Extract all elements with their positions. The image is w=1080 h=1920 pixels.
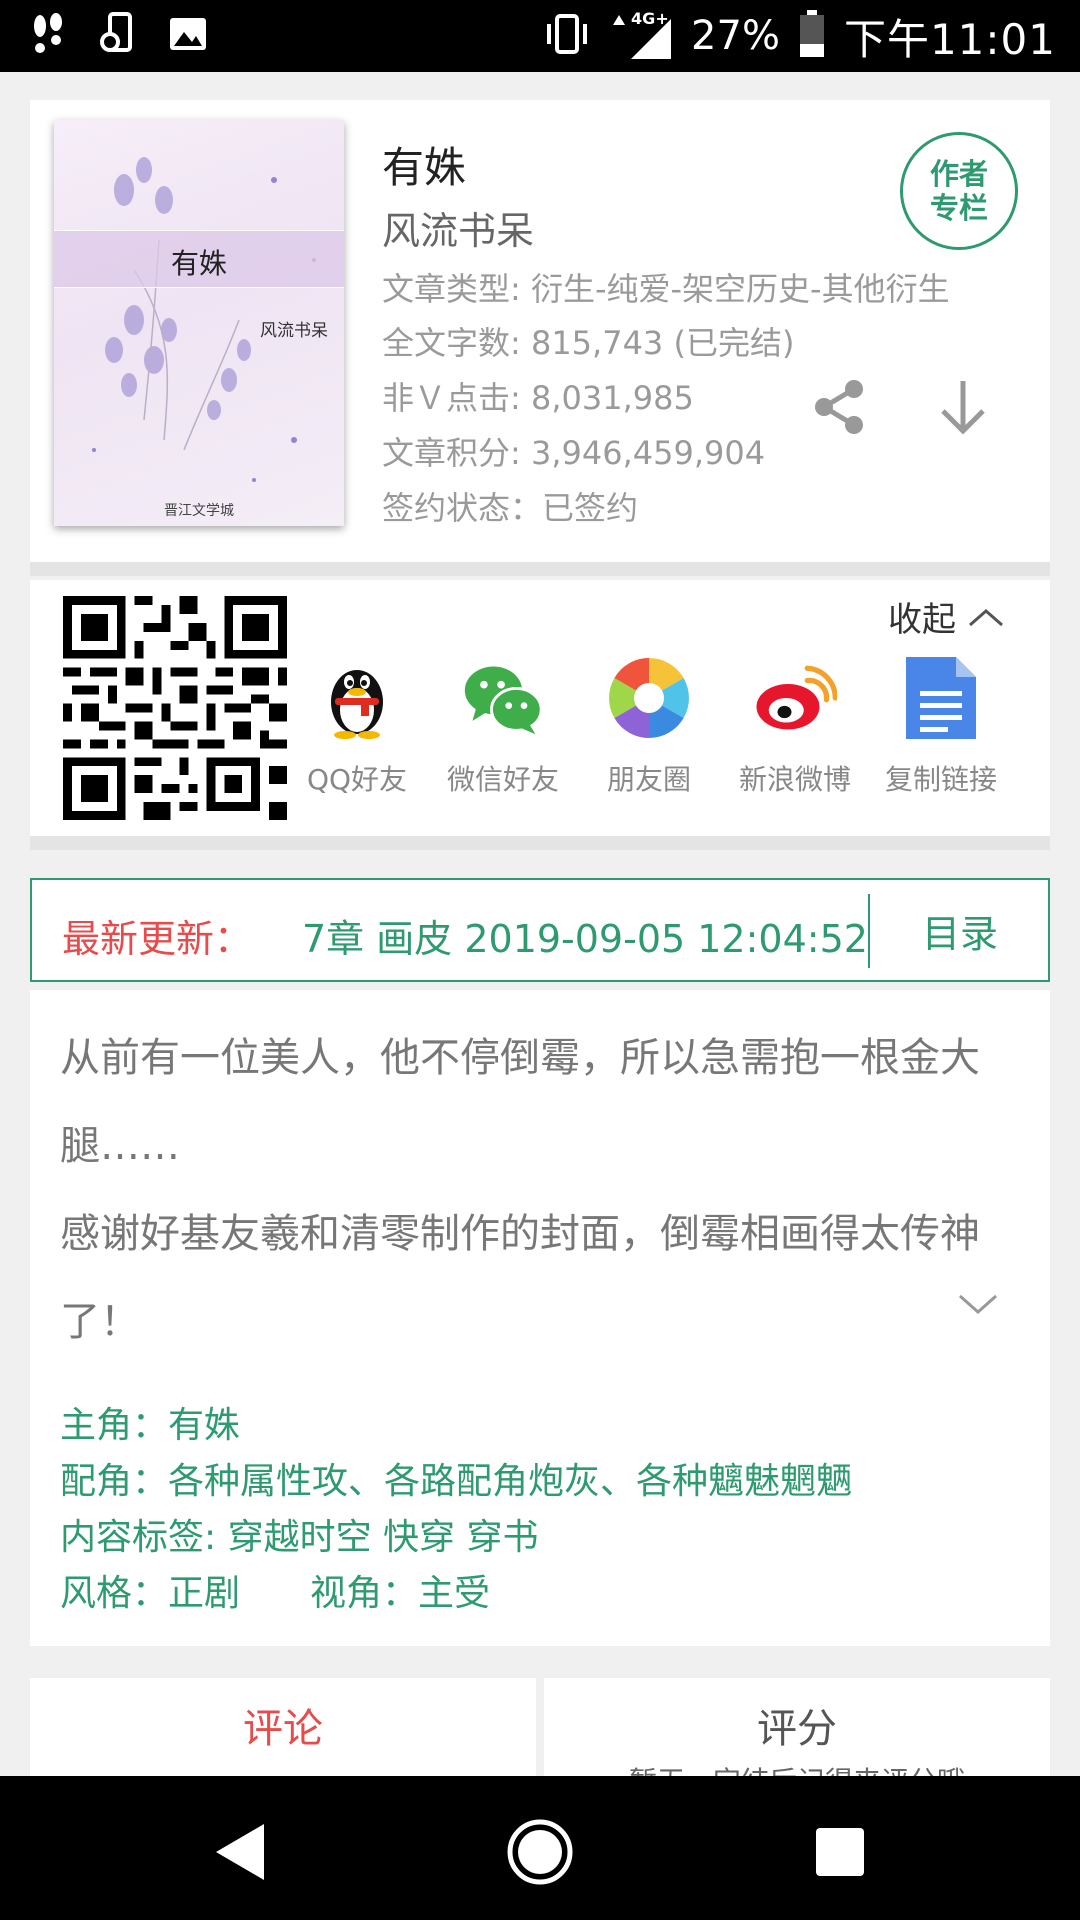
style-tag: 风格：正剧 bbox=[60, 1573, 241, 1614]
share-button[interactable] bbox=[805, 372, 875, 442]
download-button[interactable] bbox=[928, 372, 998, 442]
status-bar: 4G+ 27% 下午11:01 bbox=[0, 0, 1080, 72]
author-badge-line1: 作者 bbox=[929, 157, 988, 191]
supporting-tag: 配角：各种属性攻、各路配角炮灰、各种魑魅魍魉 bbox=[60, 1461, 853, 1502]
signal-icon: 4G+ bbox=[609, 9, 673, 61]
system-nav-bar bbox=[0, 1776, 1080, 1920]
latest-update-bar: 最新更新： 7章 画皮 2019-09-05 12:04:52 目录 bbox=[30, 878, 1050, 982]
chevron-up-icon bbox=[969, 608, 1003, 626]
share-moments[interactable]: 朋友圈 bbox=[584, 656, 714, 798]
cover-publisher: 晋江文学城 bbox=[164, 503, 234, 519]
collapse-label: 收起 bbox=[888, 600, 956, 640]
cover-title: 有姝 bbox=[170, 247, 227, 280]
share-copy-link-label: 复制链接 bbox=[884, 763, 997, 796]
share-qq[interactable]: QQ好友 bbox=[292, 656, 422, 798]
share-copy-link[interactable]: 复制链接 bbox=[876, 656, 1006, 798]
chevron-down-icon bbox=[959, 1294, 997, 1315]
share-weibo[interactable]: 新浪微博 bbox=[730, 656, 860, 798]
qr-code bbox=[63, 596, 287, 820]
share-moments-label: 朋友圈 bbox=[606, 763, 691, 796]
share-wechat-label: 微信好友 bbox=[446, 763, 559, 796]
section-divider bbox=[30, 836, 1050, 850]
meta-word-count: 全文字数: 815,743 (已完结) bbox=[382, 324, 795, 362]
qq-penguin-icon bbox=[331, 670, 383, 739]
section-divider bbox=[30, 562, 1050, 576]
book-title: 有姝 bbox=[382, 143, 467, 192]
tab-rating[interactable]: 评分 暂无，完结后记得来评分哦 bbox=[544, 1678, 1050, 1798]
perspective-tag: 视角：主受 bbox=[310, 1573, 491, 1614]
sync-phone-icon bbox=[98, 12, 138, 60]
description-card: 从前有一位美人，他不停倒霉，所以急需抱一根金大腿…… 感谢好基友羲和清零制作的封… bbox=[30, 990, 1050, 1646]
latest-chapter-link[interactable]: 7章 画皮 2019-09-05 12:04:52 bbox=[302, 908, 868, 963]
meta-sign-status: 签约状态：已签约 bbox=[382, 489, 639, 527]
home-circle-icon bbox=[507, 1819, 573, 1885]
network-type: 4G+ bbox=[631, 9, 669, 28]
share-weibo-label: 新浪微博 bbox=[738, 763, 851, 796]
author-column-button[interactable]: 作者 专栏 bbox=[900, 132, 1018, 250]
weibo-icon bbox=[756, 665, 837, 730]
latest-update-label: 最新更新： bbox=[62, 917, 253, 961]
recents-button[interactable] bbox=[795, 1812, 885, 1892]
vibrate-icon bbox=[543, 14, 591, 58]
description-line-1: 从前有一位美人，他不停倒霉，所以急需抱一根金大腿…… bbox=[60, 1035, 980, 1169]
tab-rating-label: 评分 bbox=[757, 1706, 837, 1752]
share-qq-label: QQ好友 bbox=[306, 763, 408, 796]
tab-comments[interactable]: 评论 bbox=[30, 1678, 536, 1778]
collapse-button[interactable]: 收起 bbox=[888, 592, 1006, 641]
clock: 下午11:01 bbox=[843, 14, 1056, 64]
book-cover[interactable]: 有姝 风流书呆 晋江文学城 bbox=[54, 120, 344, 526]
meta-score: 文章积分: 3,946,459,904 bbox=[382, 434, 766, 472]
battery-percent: 27% bbox=[691, 13, 780, 59]
moments-aperture-icon bbox=[609, 658, 689, 738]
meta-clicks: 非Ｖ点击: 8,031,985 bbox=[382, 379, 694, 417]
recents-square-icon bbox=[816, 1828, 864, 1876]
book-info-card: 有姝 风流书呆 晋江文学城 有姝 风流书呆 文章类型: 衍生-纯爱-架空历史-其… bbox=[30, 100, 1050, 562]
protagonist-tag: 主角：有姝 bbox=[60, 1405, 241, 1446]
book-tags: 主角：有姝 配角：各种属性攻、各路配角炮灰、各种魑魅魍魉 内容标签: 穿越时空 … bbox=[60, 1398, 852, 1622]
book-author[interactable]: 风流书呆 bbox=[382, 200, 534, 255]
book-description: 从前有一位美人，他不停倒霉，所以急需抱一根金大腿…… 感谢好基友羲和清零制作的封… bbox=[60, 1014, 1020, 1366]
back-button[interactable] bbox=[195, 1812, 285, 1892]
share-icon bbox=[815, 380, 863, 434]
expand-button[interactable] bbox=[956, 1290, 1000, 1322]
catalog-button[interactable]: 目录 bbox=[870, 880, 1050, 980]
document-icon bbox=[906, 657, 976, 739]
description-line-2: 感谢好基友羲和清零制作的封面，倒霉相画得太传神了！ bbox=[60, 1211, 980, 1345]
back-triangle-icon bbox=[216, 1824, 264, 1880]
wechat-icon bbox=[464, 666, 543, 735]
footsteps-icon bbox=[28, 12, 68, 60]
author-badge-line2: 专栏 bbox=[929, 191, 988, 225]
tab-comments-label: 评论 bbox=[243, 1706, 323, 1752]
meta-genre: 文章类型: 衍生-纯爱-架空历史-其他衍生 bbox=[382, 270, 950, 308]
battery-icon bbox=[798, 10, 826, 62]
home-button[interactable] bbox=[495, 1812, 585, 1892]
style-perspective-row: 风格：正剧 视角：主受 bbox=[60, 1566, 852, 1622]
image-icon bbox=[168, 14, 208, 58]
review-tabs: 评论 评分 暂无，完结后记得来评分哦 bbox=[30, 1678, 1050, 1798]
download-arrow-icon bbox=[941, 381, 985, 435]
share-wechat[interactable]: 微信好友 bbox=[438, 656, 568, 798]
content-tags: 内容标签: 穿越时空 快穿 穿书 bbox=[60, 1517, 539, 1558]
cover-author: 风流书呆 bbox=[260, 321, 328, 341]
share-panel: 收起 QQ好友 微信好友 朋友圈 新浪微博 复制链接 bbox=[30, 580, 1050, 836]
